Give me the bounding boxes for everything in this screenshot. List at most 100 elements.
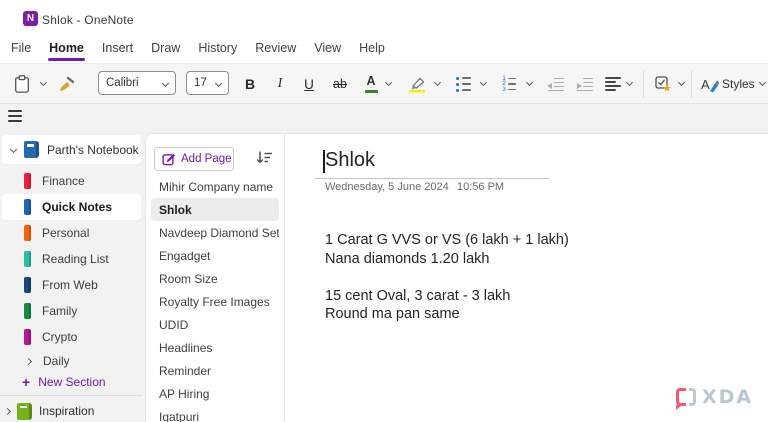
window-title: Shlok - OneNote — [42, 13, 134, 27]
bullet-list-dropdown[interactable] — [478, 77, 488, 87]
page-title-label: AP Hiring — [159, 386, 210, 401]
menu-review[interactable]: Review — [254, 38, 297, 61]
chevron-down-icon — [161, 79, 170, 87]
section-label: Crypto — [42, 330, 78, 344]
page-title-label: Igatpuri — [159, 409, 200, 422]
section-color-marker — [24, 199, 31, 215]
menu-draw[interactable]: Draw — [150, 38, 181, 61]
styles-dropdown[interactable] — [757, 77, 767, 87]
alignment-dropdown[interactable] — [624, 77, 634, 87]
section-color-marker — [24, 251, 31, 267]
page-item-ap-hiring[interactable]: AP Hiring — [151, 382, 279, 405]
page-editor[interactable]: Shlok Wednesday, 5 June 2024 10:56 PM 1 … — [285, 134, 768, 422]
menu-insert[interactable]: Insert — [101, 38, 134, 61]
section-label: Family — [42, 304, 78, 318]
menu-help[interactable]: Help — [358, 38, 386, 61]
notebook-icon — [17, 402, 32, 420]
underline-icon: U — [304, 76, 314, 92]
page-item-royalty-free-images[interactable]: Royalty Free Images — [151, 290, 279, 313]
page-item-shlok[interactable]: Shlok — [151, 198, 279, 221]
page-item-mihir-company-name[interactable]: Mihir Company name — [151, 175, 279, 198]
paste-button[interactable] — [10, 72, 34, 96]
section-label: Quick Notes — [42, 200, 113, 214]
paragraph-alignment-button[interactable] — [602, 73, 624, 95]
notebook-card: Add Page Mihir Company name Shlok Navdee… — [145, 133, 768, 422]
note-line: 15 cent Oval, 3 carat - 3 lakh — [325, 287, 511, 304]
italic-button[interactable]: I — [268, 72, 292, 96]
note-line: Nana diamonds 1.20 lakh — [325, 250, 490, 267]
page-title-label: Mihir Company name — [159, 179, 274, 194]
menu-view[interactable]: View — [313, 38, 342, 61]
page-item-navdeep-diamond-set[interactable]: Navdeep Diamond Set — [151, 221, 279, 244]
chevron-down-icon — [677, 78, 685, 86]
page-item-engadget[interactable]: Engadget — [151, 244, 279, 267]
notebook-header-inspiration[interactable]: Inspiration — [0, 398, 141, 422]
plus-icon: + — [22, 374, 31, 390]
sort-pages-button[interactable] — [254, 149, 274, 167]
bullet-list-button[interactable] — [452, 73, 474, 95]
font-color-dropdown[interactable] — [383, 77, 393, 87]
notebook-header-parths-notebook[interactable]: Parth's Notebook — [2, 135, 141, 164]
add-page-button[interactable]: Add Page — [154, 147, 234, 171]
font-size-select[interactable]: 17 — [186, 71, 229, 95]
decrease-indent-button[interactable] — [545, 74, 565, 94]
notebook-icon — [24, 141, 39, 158]
styles-button[interactable]: A — [699, 72, 721, 96]
menu-file[interactable]: File — [10, 38, 32, 61]
highlight-button[interactable] — [405, 72, 429, 96]
page-item-room-size[interactable]: Room Size — [151, 267, 279, 290]
page-title-label: Engadget — [159, 248, 211, 263]
clipboard-icon — [15, 75, 29, 93]
sidebar-section-finance[interactable]: Finance — [2, 168, 141, 194]
strikethrough-button[interactable]: ab — [327, 72, 353, 96]
section-color-marker — [24, 329, 31, 345]
sidebar-section-group-daily[interactable]: Daily — [2, 350, 141, 372]
paste-dropdown[interactable] — [38, 77, 48, 87]
sidebar-section-from-web[interactable]: From Web — [2, 272, 141, 298]
new-section-button[interactable]: + New Section — [2, 372, 141, 392]
menu-history[interactable]: History — [197, 38, 238, 61]
highlight-dropdown[interactable] — [432, 77, 442, 87]
font-color-icon: A — [364, 74, 378, 94]
navigation-hamburger-button[interactable] — [8, 110, 22, 122]
tag-button[interactable] — [651, 72, 675, 96]
page-item-udid[interactable]: UDID — [151, 313, 279, 336]
format-painter-button[interactable] — [55, 73, 77, 95]
font-name-select[interactable]: Calibri — [98, 71, 176, 95]
bullet-list-icon — [455, 76, 471, 92]
numbered-list-dropdown[interactable] — [524, 77, 534, 87]
page-title-label: UDID — [159, 317, 189, 332]
page-item-headlines[interactable]: Headlines — [151, 336, 279, 359]
increase-indent-button[interactable] — [574, 74, 594, 94]
highlighter-icon — [409, 77, 425, 93]
bold-button[interactable]: B — [238, 72, 262, 96]
sidebar-section-personal[interactable]: Personal — [2, 220, 141, 246]
sidebar-section-crypto[interactable]: Crypto — [2, 324, 141, 350]
notebook-name: Inspiration — [39, 404, 95, 418]
section-label: From Web — [42, 278, 98, 292]
note-line: 1 Carat G VVS or VS (6 lakh + 1 lakh) — [325, 232, 569, 248]
xda-watermark: XDA — [675, 386, 753, 410]
numbered-list-icon: 1 2 3 — [502, 75, 516, 92]
tag-dropdown[interactable] — [676, 77, 686, 87]
sidebar-section-family[interactable]: Family — [2, 298, 141, 324]
ribbon-divider — [643, 71, 644, 98]
page-title-heading[interactable]: Shlok — [325, 149, 375, 172]
chevron-right-icon — [3, 407, 12, 415]
sidebar-section-reading-list[interactable]: Reading List — [2, 246, 141, 272]
chevron-down-icon — [214, 79, 223, 87]
note-body[interactable]: 1 Carat G VVS or VS (6 lakh + 1 lakh) Na… — [325, 231, 569, 324]
increase-indent-icon — [576, 77, 593, 92]
page-item-reminder[interactable]: Reminder — [151, 359, 279, 382]
add-page-label: Add Page — [181, 153, 232, 165]
styles-label[interactable]: Styles — [722, 76, 755, 92]
page-title-label: Shlok — [159, 202, 192, 217]
sidebar-section-quick-notes[interactable]: Quick Notes — [2, 194, 141, 220]
chevron-down-icon — [9, 145, 18, 154]
section-color-marker — [24, 173, 31, 189]
page-item-igatpuri[interactable]: Igatpuri — [151, 405, 279, 422]
numbered-list-button[interactable]: 1 2 3 — [498, 73, 520, 95]
underline-button[interactable]: U — [297, 72, 321, 96]
font-color-button[interactable]: A — [359, 71, 383, 97]
menu-home[interactable]: Home — [48, 38, 85, 61]
